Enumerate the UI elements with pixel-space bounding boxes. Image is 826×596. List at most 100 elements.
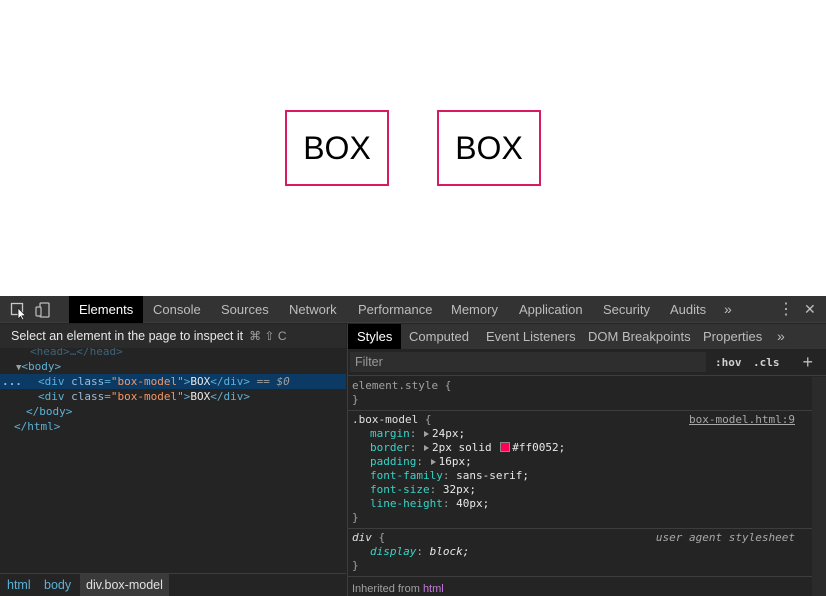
tab-sources[interactable]: Sources (211, 296, 279, 323)
inspect-hint-tooltip: Select an element in the page to inspect… (0, 324, 346, 348)
hov-toggle[interactable]: :hov (715, 349, 742, 376)
filter-input[interactable] (350, 352, 706, 372)
breadcrumb-div[interactable]: div.box-model (80, 574, 169, 596)
rule-box-model[interactable]: .box-model { box-model.html:9 margin: 24… (348, 411, 826, 529)
div-close: </div> (210, 390, 250, 403)
node-text: BOX (190, 375, 211, 388)
prop-value[interactable]: 32px; (443, 483, 476, 496)
kebab-menu-icon[interactable]: ⋮ (778, 296, 794, 323)
prop-name[interactable]: padding (370, 455, 416, 468)
prop-name[interactable]: line-height (370, 497, 443, 510)
add-rule-icon[interactable]: + (802, 349, 813, 376)
styles-filterbar: :hov .cls + (348, 349, 826, 376)
decl-font-family[interactable]: font-family: sans-serif; (352, 469, 811, 483)
more-subtabs-icon[interactable]: » (768, 324, 794, 349)
color-value[interactable]: #ff0052; (512, 441, 565, 454)
tree-row-body[interactable]: ▼<body> (0, 359, 346, 374)
rule-selector[interactable]: .box-model (352, 413, 418, 426)
elements-pane: <head>…</head> ▼<body> ... <div class="b… (0, 324, 346, 596)
breadcrumb: html body div.box-model (0, 573, 346, 596)
node-text: BOX (190, 390, 211, 403)
tab-performance[interactable]: Performance (348, 296, 442, 323)
expand-triangle-icon[interactable] (430, 459, 436, 465)
decl-padding[interactable]: padding: 16px; (352, 455, 811, 469)
rule-close: } (352, 511, 359, 524)
tab-dom-breakpoints[interactable]: DOM Breakpoints (579, 324, 700, 349)
breadcrumb-body[interactable]: body (44, 574, 71, 596)
tab-security[interactable]: Security (593, 296, 660, 323)
rule-open: { (378, 531, 386, 544)
prop-value[interactable]: 24px; (432, 427, 465, 440)
tab-network[interactable]: Network (279, 296, 347, 323)
prop-name[interactable]: margin (370, 427, 410, 440)
rule-close: } (352, 393, 359, 406)
devtools-tabbar: Elements Console Sources Network Perform… (0, 296, 826, 323)
rule-element-style[interactable]: element.style { } (348, 377, 826, 411)
tab-properties[interactable]: Properties (694, 324, 771, 349)
close-icon[interactable]: ✕ (804, 296, 816, 323)
inspect-hint-text: Select an element in the page to inspect… (11, 329, 244, 343)
attr-value: "box-model" (110, 375, 184, 388)
styles-subtabs: Styles Computed Event Listeners DOM Brea… (348, 324, 826, 349)
styles-pane: Styles Computed Event Listeners DOM Brea… (347, 324, 826, 596)
tab-audits[interactable]: Audits (660, 296, 716, 323)
box-element-2[interactable]: BOX (437, 110, 541, 186)
prop-value[interactable]: 16px; (439, 455, 472, 468)
prop-name[interactable]: font-family (370, 469, 443, 482)
prop-value[interactable]: 40px; (456, 497, 489, 510)
prop-value[interactable]: sans-serif; (456, 469, 529, 482)
tree-row-div[interactable]: <div class="box-model">BOX</div> (0, 389, 346, 404)
cls-toggle[interactable]: .cls (753, 349, 780, 376)
element-style-selector: element.style { (352, 379, 452, 392)
rule-close: } (352, 559, 359, 572)
expand-triangle-icon[interactable] (424, 445, 429, 451)
prop-name: display (370, 545, 417, 558)
rule-selector: div (352, 531, 372, 544)
decl-font-size[interactable]: font-size: 32px; (352, 483, 811, 497)
tab-application[interactable]: Application (509, 296, 593, 323)
body-close-tag: </body> (26, 405, 73, 418)
tab-computed[interactable]: Computed (400, 324, 478, 349)
selected-marker: == $0 (256, 375, 290, 388)
decl-line-height[interactable]: line-height: 40px; (352, 497, 811, 511)
expand-triangle-icon[interactable] (424, 431, 429, 437)
tree-row-html-close[interactable]: </html> (0, 419, 346, 434)
device-toolbar-icon[interactable] (35, 302, 51, 318)
page-viewport: BOX BOX (0, 0, 826, 296)
prop-name[interactable]: font-size (370, 483, 430, 496)
attr-name: class (71, 375, 105, 388)
decl-margin[interactable]: margin: 24px; (352, 427, 811, 441)
tree-row-div-selected[interactable]: ... <div class="box-model">BOX</div> == … (0, 374, 346, 389)
color-swatch[interactable] (500, 442, 511, 452)
body-open-tag: <body> (21, 360, 62, 373)
tab-console[interactable]: Console (143, 296, 211, 323)
prop-value[interactable]: 2px solid (432, 441, 492, 454)
devtools-panel: Elements Console Sources Network Perform… (0, 296, 826, 596)
inspect-element-icon[interactable] (10, 302, 27, 321)
prop-value: block; (429, 545, 470, 558)
dom-tree: <head>…</head> ▼<body> ... <div class="b… (0, 344, 346, 434)
prop-name[interactable]: border (370, 441, 410, 454)
div-open: <div (38, 390, 72, 403)
rule-div-user-agent[interactable]: div { user agent stylesheet display: blo… (348, 529, 826, 577)
tree-row-body-close[interactable]: </body> (0, 404, 346, 419)
tab-event-listeners[interactable]: Event Listeners (477, 324, 585, 349)
attr-name: class (71, 390, 105, 403)
tab-elements[interactable]: Elements (69, 296, 144, 323)
decl-display: display: block; (370, 545, 470, 558)
tab-styles[interactable]: Styles (348, 324, 402, 349)
style-rules: element.style { } .box-model { box-model… (348, 377, 826, 577)
breadcrumb-html[interactable]: html (7, 574, 31, 596)
decl-border[interactable]: border: 2px solid #ff0052; (352, 441, 811, 455)
source-label: user agent stylesheet (655, 531, 795, 544)
inherited-source-link[interactable]: html (423, 583, 444, 595)
styles-scrollbar[interactable] (812, 377, 826, 596)
div-close: </div> (210, 375, 250, 388)
tab-memory[interactable]: Memory (441, 296, 508, 323)
inherited-header: Inherited from html (352, 583, 444, 595)
source-link[interactable]: box-model.html:9 (689, 413, 795, 427)
box-element-1[interactable]: BOX (285, 110, 389, 186)
more-tabs-icon[interactable]: » (724, 296, 732, 323)
attr-value: "box-model" (110, 390, 184, 403)
node-actions-icon[interactable]: ... (2, 374, 22, 389)
